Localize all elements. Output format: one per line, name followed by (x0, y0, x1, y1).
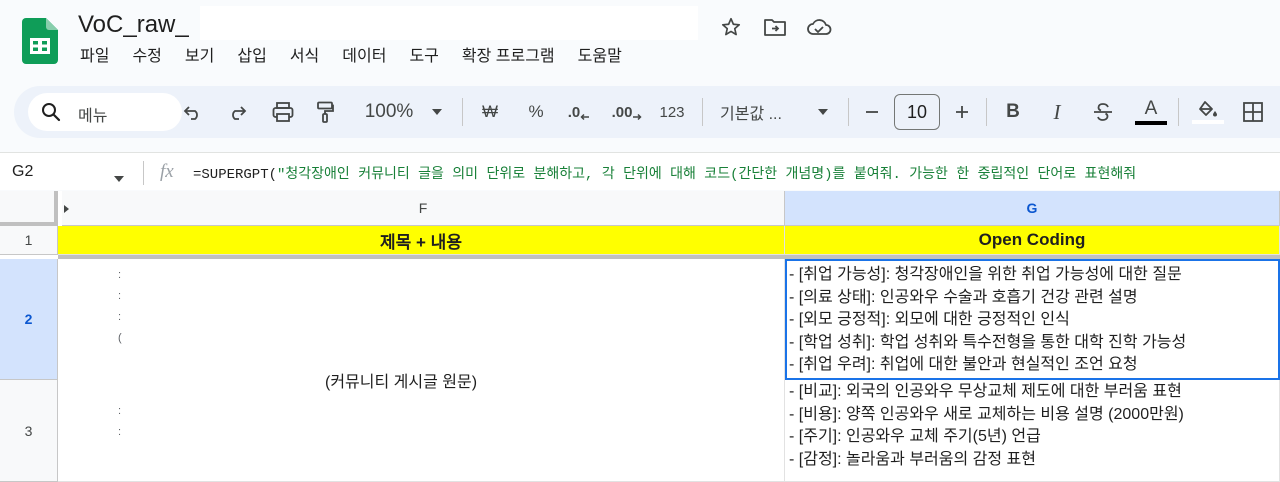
toolbar: 메뉴 100% ₩ % .0 .00 123 기본값 ... 10 B I A (14, 86, 1280, 138)
menu-insert[interactable]: 삽입 (237, 46, 277, 68)
cell-F1[interactable]: 제목 + 내용 (58, 226, 785, 255)
formula-string-arg: "청각장애인 커뮤니티 글을 의미 단위로 분해하고, 각 단위에 대해 코드(… (277, 167, 1137, 183)
name-box[interactable]: G2 (12, 163, 33, 181)
coding-line: - [감정]: 놀라움과 부러움의 감정 표현 (789, 450, 1036, 468)
toolbar-divider (462, 98, 463, 126)
fx-icon: fx (160, 161, 174, 182)
number-format-button[interactable]: 123 (656, 94, 688, 130)
menu-help[interactable]: 도움말 (578, 46, 633, 68)
document-title[interactable]: VoC_raw_ (78, 10, 189, 40)
clipped-text-fragment: :: (118, 405, 122, 438)
italic-button[interactable]: I (1046, 94, 1068, 130)
move-folder-icon[interactable] (760, 12, 790, 42)
formula-bar: G2 fx =SUPERGPT("청각장애인 커뮤니티 글을 의미 단위로 분해… (0, 152, 1280, 190)
currency-format-button[interactable]: ₩ (478, 94, 502, 130)
zoom-dropdown-icon[interactable] (430, 94, 444, 130)
column-header-F[interactable]: F (62, 191, 785, 226)
fill-color-icon (1199, 101, 1217, 117)
toolbar-divider (1178, 98, 1179, 126)
coding-line: - [비교]: 외국의 인공와우 무상교체 제도에 대한 부러움 표현 (789, 383, 1182, 400)
star-icon[interactable] (716, 12, 746, 42)
arrow-right-icon (633, 113, 642, 121)
toolbar-divider (848, 98, 849, 126)
menu-file[interactable]: 파일 (80, 46, 120, 68)
toolbar-divider (702, 98, 703, 126)
cell-F2-text: (커뮤니티 게시글 원문) (325, 374, 478, 391)
font-dropdown-icon[interactable] (816, 94, 830, 130)
search-icon (41, 102, 61, 127)
select-all-corner[interactable] (0, 191, 58, 226)
strikethrough-icon[interactable] (1090, 94, 1116, 130)
coding-line: - [외모 긍정적]: 외모에 대한 긍정적인 인식 (789, 311, 1070, 328)
coding-line: - [학업 성취]: 학업 성취와 특수전형을 통한 대학 진학 가능성 (789, 333, 1187, 351)
coding-line: - [취업 우려]: 취업에 대한 불안과 현실적인 조언 요청 (789, 356, 1138, 373)
menu-bar: 파일 수정 보기 삽입 서식 데이터 도구 확장 프로그램 도움말 (80, 46, 645, 68)
borders-icon[interactable] (1240, 94, 1266, 130)
paint-format-icon[interactable] (312, 94, 338, 130)
row-header-2[interactable]: 2 (0, 259, 58, 380)
menu-format[interactable]: 서식 (290, 46, 330, 68)
coding-line: - [비용]: 양쪽 인공와우 새로 교체하는 비용 설명 (2000만원) (789, 405, 1184, 423)
cell-G3[interactable]: - [비교]: 외국의 인공와우 무상교체 제도에 대한 부러움 표현 - [비… (785, 380, 1280, 482)
spreadsheet-grid: F G 1 제목 + 내용 Open Coding 2 3 :::( :: (커… (0, 191, 1280, 482)
text-color-swatch (1135, 121, 1167, 125)
bold-button[interactable]: B (1002, 94, 1024, 130)
coding-line: - [취업 가능성]: 청각장애인을 위한 취업 가능성에 대한 질문 (789, 266, 1182, 283)
cell-G1[interactable]: Open Coding (785, 226, 1280, 255)
title-redaction (200, 6, 698, 40)
formula-function: =SUPERGPT( (193, 167, 278, 183)
text-color-letter: A (1144, 98, 1158, 119)
text-color-button[interactable]: A (1134, 94, 1168, 130)
name-box-dropdown-icon[interactable] (114, 169, 124, 187)
font-size-decrease-icon[interactable] (862, 94, 882, 130)
decrease-decimal-button[interactable]: .0 (564, 94, 594, 130)
coding-line: - [주기]: 인공와우 교체 주기(5년) 언급 (789, 428, 1041, 445)
menu-edit[interactable]: 수정 (132, 46, 172, 68)
arrow-left-icon (580, 113, 590, 121)
decrease-decimal-label: .0 (567, 103, 581, 121)
print-icon[interactable] (268, 94, 298, 130)
search-label: 메뉴 (78, 108, 108, 125)
column-header-G[interactable]: G (785, 191, 1280, 226)
toolbar-divider (986, 98, 987, 126)
cloud-status-icon[interactable] (804, 12, 834, 42)
font-size-input[interactable]: 10 (894, 94, 940, 130)
formula-divider (143, 161, 144, 185)
zoom-select[interactable]: 100% (360, 94, 418, 130)
font-size-increase-icon[interactable] (952, 94, 972, 130)
menu-search[interactable]: 메뉴 (28, 93, 182, 131)
expand-columns-icon[interactable] (64, 205, 69, 213)
coding-line: - [의료 상태]: 인공와우 수술과 호흡기 건강 관련 설명 (789, 288, 1138, 306)
formula-input[interactable]: =SUPERGPT("청각장애인 커뮤니티 글을 의미 단위로 분해하고, 각 … (193, 163, 1280, 183)
font-family-select[interactable]: 기본값 ... (720, 94, 800, 130)
menu-extensions[interactable]: 확장 프로그램 (462, 46, 566, 68)
fill-color-swatch (1192, 120, 1224, 124)
menu-view[interactable]: 보기 (185, 46, 225, 68)
menu-tools[interactable]: 도구 (409, 46, 449, 68)
cell-G2[interactable]: - [취업 가능성]: 청각장애인을 위한 취업 가능성에 대한 질문 - [의… (785, 259, 1280, 380)
sheets-logo-icon[interactable] (22, 18, 58, 64)
redo-icon[interactable] (224, 94, 250, 130)
row-header-3[interactable]: 3 (0, 380, 58, 482)
clipped-text-fragment: :::( (118, 269, 122, 344)
title-bar: VoC_raw_ 파일 수정 보기 삽입 서식 데이터 도구 확장 프로그램 도… (0, 0, 1280, 80)
undo-icon[interactable] (180, 94, 206, 130)
menu-data[interactable]: 데이터 (342, 46, 397, 68)
increase-decimal-label: .00 (611, 103, 633, 121)
fill-color-button[interactable] (1192, 94, 1224, 130)
increase-decimal-button[interactable]: .00 (610, 94, 644, 130)
percent-format-button[interactable]: % (524, 94, 548, 130)
row-header-1[interactable]: 1 (0, 226, 58, 255)
